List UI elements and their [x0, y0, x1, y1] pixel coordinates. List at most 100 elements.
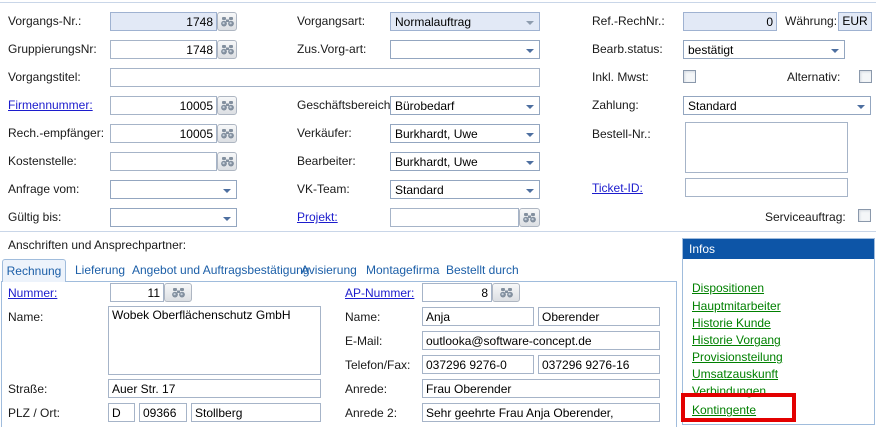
infos-panel-header: Infos [683, 239, 874, 259]
telefon-field[interactable] [422, 355, 534, 374]
tab-bestellt-durch[interactable]: Bestellt durch [446, 263, 519, 277]
zus-vorg-art-dropdown[interactable] [390, 40, 540, 59]
serviceauftrag-label: Serviceauftrag: [765, 210, 846, 224]
serviceauftrag-checkbox[interactable] [858, 209, 871, 222]
gruppierungs-nr-label: GruppierungsNr: [8, 42, 97, 56]
addresses-section-label: Anschriften und Ansprechpartner: [8, 238, 186, 252]
ort-field[interactable] [191, 403, 321, 422]
chevron-down-icon [223, 217, 231, 221]
vorgangsart-dropdown[interactable]: Normalauftrag [390, 12, 540, 31]
ticket-id-link[interactable]: Ticket-ID: [592, 181, 643, 195]
nummer-field[interactable] [110, 283, 164, 302]
ap-first-name-field[interactable] [422, 307, 534, 326]
geschaeftsbereich-dropdown[interactable]: Bürobedarf [390, 96, 540, 115]
tab-lieferung[interactable]: Lieferung [75, 263, 125, 277]
strasse-field[interactable] [108, 379, 321, 398]
zahlung-label: Zahlung: [592, 98, 639, 112]
bestell-nr-label: Bestell-Nr.: [592, 127, 651, 141]
waehrung-field: EUR [838, 12, 872, 31]
highlight-annotation-box [681, 393, 796, 422]
projekt-field[interactable] [390, 208, 519, 227]
binoculars-icon [221, 17, 234, 27]
email-label: E-Mail: [345, 334, 382, 348]
verkaeufer-dropdown[interactable]: Burkhardt, Uwe [390, 124, 540, 143]
rech-empfaenger-lookup-button[interactable] [217, 124, 237, 143]
plz-field[interactable] [139, 403, 187, 422]
chevron-down-icon [526, 189, 534, 193]
chevron-down-icon [526, 133, 534, 137]
vorgangstitel-label: Vorgangstitel: [8, 70, 81, 84]
vk-team-label: VK-Team: [297, 182, 350, 196]
binoculars-icon [172, 288, 185, 298]
infos-link-provisionsteilung[interactable]: Provisionsteilung [692, 350, 783, 364]
strasse-label: Straße: [8, 382, 47, 396]
anfrage-vom-dropdown[interactable] [110, 180, 237, 199]
binoculars-icon [221, 157, 234, 167]
infos-link-historie-kunde[interactable]: Historie Kunde [692, 316, 771, 330]
verkaeufer-label: Verkäufer: [297, 126, 352, 140]
infos-link-dispositionen[interactable]: Dispositionen [692, 281, 764, 295]
chevron-down-icon [857, 105, 865, 109]
bearbeiter-dropdown[interactable]: Burkhardt, Uwe [390, 152, 540, 171]
firmennummer-field[interactable] [110, 96, 217, 115]
zus-vorg-art-label: Zus.Vorg-art: [297, 42, 366, 56]
alternativ-checkbox[interactable] [859, 70, 872, 83]
vorgangs-nr-lookup-button[interactable] [217, 12, 237, 31]
bearb-status-dropdown[interactable]: bestätigt [683, 40, 845, 59]
infos-link-hauptmitarbeiter[interactable]: Hauptmitarbeiter [692, 299, 781, 313]
gruppierungs-nr-field[interactable] [110, 40, 217, 59]
vorgangs-nr-label: Vorgangs-Nr.: [8, 14, 81, 28]
binoculars-icon [500, 288, 513, 298]
anrede2-field[interactable] [422, 403, 660, 422]
tab-angebot-und-auftragsbestaetigung[interactable]: Angebot und Auftragsbestätigung [132, 263, 309, 277]
projekt-link[interactable]: Projekt: [297, 210, 338, 224]
inkl-mwst-label: Inkl. Mwst: [592, 70, 649, 84]
ap-nummer-field[interactable] [422, 283, 492, 302]
tab-montagefirma[interactable]: Montagefirma [366, 263, 439, 277]
telefon-fax-label: Telefon/Fax: [345, 358, 410, 372]
name-field[interactable]: Wobek Oberflächenschutz GmbH [108, 306, 321, 375]
tab-avisierung[interactable]: Avisierung [301, 263, 357, 277]
ref-rechnr-field[interactable] [683, 12, 777, 31]
chevron-down-icon [223, 189, 231, 193]
waehrung-label: Währung: [785, 14, 837, 28]
infos-link-umsatzauskunft[interactable]: Umsatzauskunft [692, 367, 778, 381]
ap-nummer-lookup-button[interactable] [492, 283, 520, 302]
projekt-lookup-button[interactable] [519, 208, 540, 227]
country-field[interactable] [108, 403, 135, 422]
kostenstelle-label: Kostenstelle: [8, 154, 77, 168]
email-field[interactable] [422, 331, 660, 350]
vorgangstitel-field[interactable] [110, 68, 540, 87]
chevron-down-icon [526, 21, 534, 25]
tab-rechnung[interactable]: Rechnung [2, 259, 66, 282]
order-form-window: Vorgangs-Nr.: GruppierungsNr: Vorgangsti… [0, 0, 876, 427]
anrede-field[interactable] [422, 379, 660, 398]
kostenstelle-field[interactable] [110, 152, 217, 171]
ap-nummer-link[interactable]: AP-Nummer: [345, 286, 414, 300]
chevron-down-icon [526, 49, 534, 53]
binoculars-icon [221, 129, 234, 139]
kostenstelle-lookup-button[interactable] [217, 152, 237, 171]
alternativ-label: Alternativ: [787, 70, 840, 84]
fax-field[interactable] [538, 355, 660, 374]
vorgangsart-label: Vorgangsart: [297, 14, 365, 28]
geschaeftsbereich-label: Geschäftsbereich: [297, 98, 394, 112]
gruppierungs-nr-lookup-button[interactable] [217, 40, 237, 59]
rech-empfaenger-field[interactable] [110, 124, 217, 143]
nummer-link[interactable]: Nummer: [8, 286, 57, 300]
firmennummer-link[interactable]: Firmennummer: [8, 98, 93, 112]
gueltig-bis-dropdown[interactable] [110, 208, 237, 227]
vorgangs-nr-field[interactable] [110, 12, 217, 31]
infos-link-historie-vorgang[interactable]: Historie Vorgang [692, 333, 781, 347]
bearb-status-label: Bearb.status: [592, 42, 663, 56]
top-divider [0, 2, 876, 3]
firmennummer-lookup-button[interactable] [217, 96, 237, 115]
ap-last-name-field[interactable] [538, 307, 660, 326]
ticket-id-field[interactable] [685, 178, 848, 197]
nummer-lookup-button[interactable] [164, 283, 192, 302]
vk-team-dropdown[interactable]: Standard [390, 180, 540, 199]
bestell-nr-field[interactable] [685, 122, 848, 173]
zahlung-dropdown[interactable]: Standard [683, 96, 871, 115]
rech-empfaenger-label: Rech.-empfänger: [8, 126, 104, 140]
inkl-mwst-checkbox[interactable] [683, 70, 696, 83]
